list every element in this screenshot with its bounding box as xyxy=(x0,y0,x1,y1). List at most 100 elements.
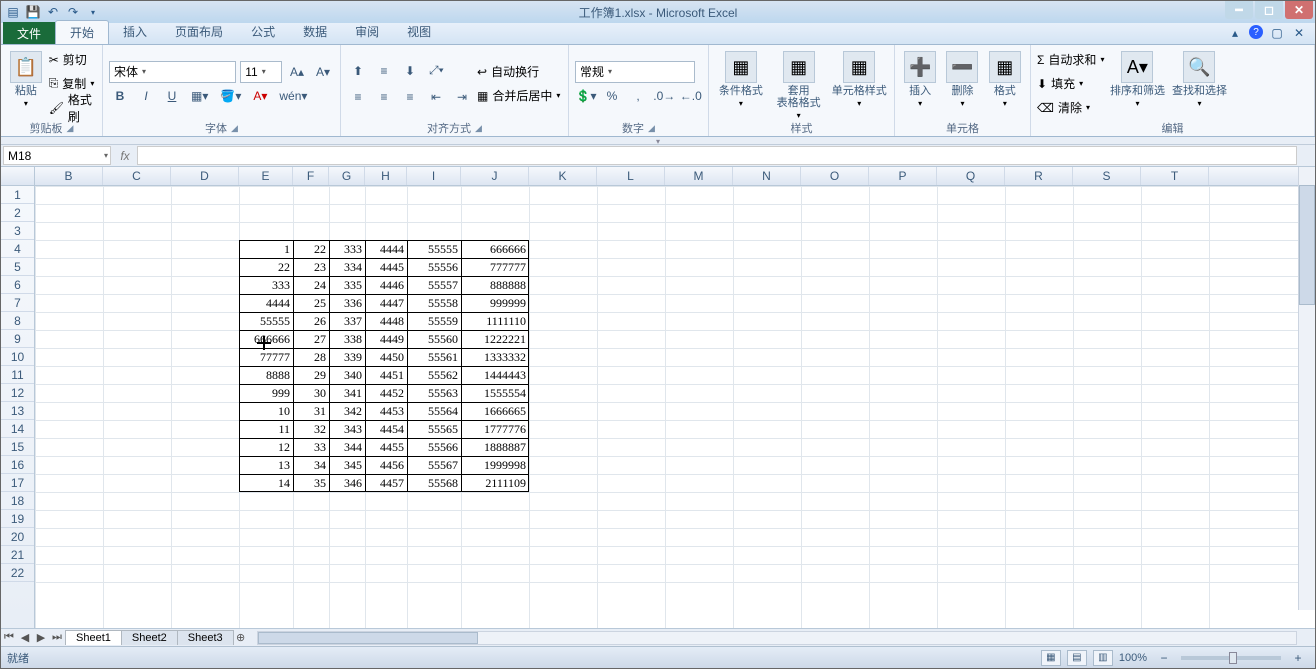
align-bottom-button[interactable]: ⬇ xyxy=(399,60,421,82)
help-icon[interactable]: ? xyxy=(1249,25,1263,39)
tab-视图[interactable]: 视图 xyxy=(393,20,445,44)
tab-公式[interactable]: 公式 xyxy=(237,20,289,44)
col-header-F[interactable]: F xyxy=(293,167,329,185)
zoom-out-button[interactable]: − xyxy=(1153,647,1175,669)
vertical-scrollbar[interactable] xyxy=(1298,167,1315,610)
col-header-K[interactable]: K xyxy=(529,167,597,185)
row-header-10[interactable]: 10 xyxy=(1,348,34,366)
align-center-button[interactable]: ≡ xyxy=(373,86,395,108)
insert-cells-button[interactable]: ➕插入▾ xyxy=(901,47,939,120)
row-header-9[interactable]: 9 xyxy=(1,330,34,348)
clear-button[interactable]: ⌫清除▾ xyxy=(1037,97,1104,119)
row-header-7[interactable]: 7 xyxy=(1,294,34,312)
accounting-button[interactable]: 💲▾ xyxy=(575,85,597,107)
tab-插入[interactable]: 插入 xyxy=(109,20,161,44)
row-header-3[interactable]: 3 xyxy=(1,222,34,240)
vscroll-thumb[interactable] xyxy=(1299,185,1315,305)
row-header-16[interactable]: 16 xyxy=(1,456,34,474)
zoom-slider[interactable] xyxy=(1181,656,1281,660)
save-icon[interactable]: 💾 xyxy=(25,4,41,20)
col-header-H[interactable]: H xyxy=(365,167,407,185)
sheet-nav-prev[interactable]: ◀ xyxy=(17,631,33,644)
font-name-combo[interactable]: 宋体▾ xyxy=(109,61,236,83)
delete-cells-button[interactable]: ➖删除▾ xyxy=(943,47,981,120)
decrease-indent-button[interactable]: ⇤ xyxy=(425,86,447,108)
horizontal-scrollbar[interactable] xyxy=(257,631,1297,645)
paste-button[interactable]: 📋 粘贴 ▾ xyxy=(7,47,45,120)
col-header-J[interactable]: J xyxy=(461,167,529,185)
col-header-B[interactable]: B xyxy=(35,167,103,185)
maximize-button[interactable]: ◻ xyxy=(1255,1,1283,19)
col-header-M[interactable]: M xyxy=(665,167,733,185)
fx-button[interactable]: fx xyxy=(113,145,137,166)
select-all-corner[interactable] xyxy=(1,167,35,185)
zoom-in-button[interactable]: + xyxy=(1287,647,1309,669)
decrease-decimal-button[interactable]: ←.0 xyxy=(680,85,703,107)
row-header-13[interactable]: 13 xyxy=(1,402,34,420)
row-header-19[interactable]: 19 xyxy=(1,510,34,528)
italic-button[interactable]: I xyxy=(135,85,157,107)
page-break-view-button[interactable]: ▥ xyxy=(1093,650,1113,666)
col-header-E[interactable]: E xyxy=(239,167,293,185)
row-header-8[interactable]: 8 xyxy=(1,312,34,330)
undo-icon[interactable]: ↶ xyxy=(45,4,61,20)
underline-button[interactable]: U xyxy=(161,85,183,107)
percent-button[interactable]: % xyxy=(601,85,623,107)
excel-icon[interactable]: ▤ xyxy=(5,4,21,20)
fill-color-button[interactable]: 🪣▾ xyxy=(216,85,245,107)
fill-button[interactable]: ⬇填充▾ xyxy=(1037,73,1104,95)
conditional-format-button[interactable]: ▦条件格式▾ xyxy=(715,47,767,120)
row-header-2[interactable]: 2 xyxy=(1,204,34,222)
row-header-1[interactable]: 1 xyxy=(1,186,34,204)
clipboard-launcher[interactable]: ◢ xyxy=(67,123,74,134)
ribbon-minimize-icon[interactable]: ▴ xyxy=(1227,25,1243,41)
page-layout-view-button[interactable]: ▤ xyxy=(1067,650,1087,666)
wrap-text-button[interactable]: ↩自动换行 xyxy=(477,61,560,83)
cell-styles-button[interactable]: ▦单元格样式▾ xyxy=(830,47,888,120)
formula-bar[interactable] xyxy=(137,146,1297,165)
row-header-22[interactable]: 22 xyxy=(1,564,34,582)
format-as-table-button[interactable]: ▦套用 表格格式▾ xyxy=(771,47,827,120)
row-header-21[interactable]: 21 xyxy=(1,546,34,564)
col-header-I[interactable]: I xyxy=(407,167,461,185)
number-launcher[interactable]: ◢ xyxy=(648,123,655,134)
sheet-nav-first[interactable]: ⏮ xyxy=(1,631,17,644)
font-size-combo[interactable]: 11▾ xyxy=(240,61,282,83)
tab-页面布局[interactable]: 页面布局 xyxy=(161,20,237,44)
redo-icon[interactable]: ↷ xyxy=(65,4,81,20)
increase-font-button[interactable]: A▴ xyxy=(286,61,308,83)
align-right-button[interactable]: ≡ xyxy=(399,86,421,108)
col-header-S[interactable]: S xyxy=(1073,167,1141,185)
col-header-R[interactable]: R xyxy=(1005,167,1073,185)
tab-开始[interactable]: 开始 xyxy=(55,20,109,44)
row-header-17[interactable]: 17 xyxy=(1,474,34,492)
bold-button[interactable]: B xyxy=(109,85,131,107)
close-button[interactable]: ✕ xyxy=(1285,1,1313,19)
row-header-15[interactable]: 15 xyxy=(1,438,34,456)
increase-decimal-button[interactable]: .0→ xyxy=(653,85,676,107)
phonetic-button[interactable]: wén▾ xyxy=(275,85,311,107)
row-header-18[interactable]: 18 xyxy=(1,492,34,510)
find-select-button[interactable]: 🔍查找和选择▾ xyxy=(1170,47,1228,120)
alignment-launcher[interactable]: ◢ xyxy=(475,123,482,134)
comma-button[interactable]: , xyxy=(627,85,649,107)
col-header-G[interactable]: G xyxy=(329,167,365,185)
tab-数据[interactable]: 数据 xyxy=(289,20,341,44)
ribbon-collapse-handle[interactable]: ▾ xyxy=(638,137,678,144)
font-launcher[interactable]: ◢ xyxy=(231,123,238,134)
row-header-6[interactable]: 6 xyxy=(1,276,34,294)
close-workbook-icon[interactable]: ✕ xyxy=(1291,25,1307,41)
sheet-nav-last[interactable]: ⏭ xyxy=(49,631,65,644)
autosum-button[interactable]: Σ自动求和▾ xyxy=(1037,49,1104,71)
normal-view-button[interactable]: ▦ xyxy=(1041,650,1061,666)
row-header-20[interactable]: 20 xyxy=(1,528,34,546)
merge-center-button[interactable]: ▦合并后居中▾ xyxy=(477,85,560,107)
format-painter-button[interactable]: 🖌格式刷 xyxy=(49,97,96,119)
cells-area[interactable]: 1223334444555556666662223334444555556777… xyxy=(35,186,1315,628)
col-header-O[interactable]: O xyxy=(801,167,869,185)
sheet-tab-Sheet2[interactable]: Sheet2 xyxy=(121,630,178,645)
sort-filter-button[interactable]: A▾排序和筛选▾ xyxy=(1108,47,1166,120)
window-options-icon[interactable]: ▢ xyxy=(1269,25,1285,41)
row-header-4[interactable]: 4 xyxy=(1,240,34,258)
col-header-D[interactable]: D xyxy=(171,167,239,185)
